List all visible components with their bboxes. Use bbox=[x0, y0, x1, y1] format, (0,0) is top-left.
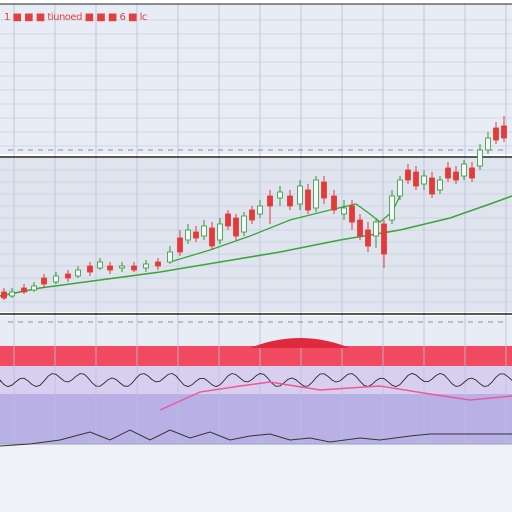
candle-body bbox=[349, 205, 355, 223]
candle-body bbox=[107, 265, 113, 271]
candle-body bbox=[287, 195, 293, 207]
chart-header: 1 ■ ■ ■ tiunoed ■ ■ ■ 6 ■ lc bbox=[4, 12, 147, 23]
candle-body bbox=[143, 263, 149, 269]
candle-body bbox=[1, 291, 7, 299]
candle-body bbox=[485, 137, 491, 151]
candle-body bbox=[321, 181, 327, 199]
candle-body bbox=[119, 265, 125, 269]
candle-body bbox=[131, 265, 137, 271]
candle-body bbox=[305, 189, 311, 211]
candle-body bbox=[31, 285, 37, 291]
candle-body bbox=[461, 163, 467, 177]
candle-body bbox=[53, 275, 59, 283]
candle-body bbox=[373, 221, 379, 237]
candle-body bbox=[389, 195, 395, 221]
candle-body bbox=[397, 179, 403, 197]
signal-band bbox=[0, 346, 512, 366]
candle-body bbox=[331, 195, 337, 211]
candle-body bbox=[155, 261, 161, 267]
candle-body bbox=[9, 291, 15, 297]
candle-body bbox=[381, 223, 387, 255]
trading-chart: 1 ■ ■ ■ tiunoed ■ ■ ■ 6 ■ lc bbox=[0, 0, 512, 512]
candle-body bbox=[257, 205, 263, 215]
candle-body bbox=[65, 273, 71, 279]
candle-body bbox=[217, 223, 223, 241]
candle-body bbox=[501, 125, 507, 139]
candle-body bbox=[421, 175, 427, 185]
candle-body bbox=[209, 227, 215, 247]
price-panel-bg bbox=[0, 158, 512, 312]
info-strip-bg bbox=[0, 316, 512, 346]
candle-body bbox=[233, 217, 239, 237]
candle-body bbox=[193, 231, 199, 239]
candle-body bbox=[437, 179, 443, 191]
candle-body bbox=[493, 127, 499, 141]
candle-body bbox=[201, 225, 207, 237]
candle-body bbox=[341, 207, 347, 215]
candle-body bbox=[277, 191, 283, 199]
oscillator-band bbox=[0, 366, 512, 394]
candle-body bbox=[453, 171, 459, 181]
candle-body bbox=[75, 269, 81, 277]
candle-body bbox=[405, 169, 411, 181]
candle-body bbox=[357, 219, 363, 237]
lower-band bbox=[0, 394, 512, 444]
candle-body bbox=[477, 149, 483, 167]
chart-canvas bbox=[0, 0, 512, 512]
candle-body bbox=[445, 167, 451, 179]
candle-body bbox=[185, 229, 191, 241]
candle-body bbox=[177, 237, 183, 253]
candle-body bbox=[87, 265, 93, 273]
candle-body bbox=[225, 213, 231, 227]
candle-body bbox=[267, 195, 273, 207]
candle-body bbox=[241, 215, 247, 233]
candle-body bbox=[413, 171, 419, 187]
candle-body bbox=[97, 261, 103, 269]
candle-body bbox=[429, 177, 435, 195]
candle-body bbox=[249, 209, 255, 221]
candle-body bbox=[297, 185, 303, 205]
candle-body bbox=[41, 277, 47, 285]
candle-body bbox=[469, 167, 475, 179]
upper-panel-bg bbox=[0, 4, 512, 154]
bottom-bg bbox=[0, 444, 512, 512]
candle-body bbox=[21, 287, 27, 293]
candle-body bbox=[313, 179, 319, 209]
candle-body bbox=[365, 229, 371, 247]
candle-body bbox=[167, 251, 173, 263]
